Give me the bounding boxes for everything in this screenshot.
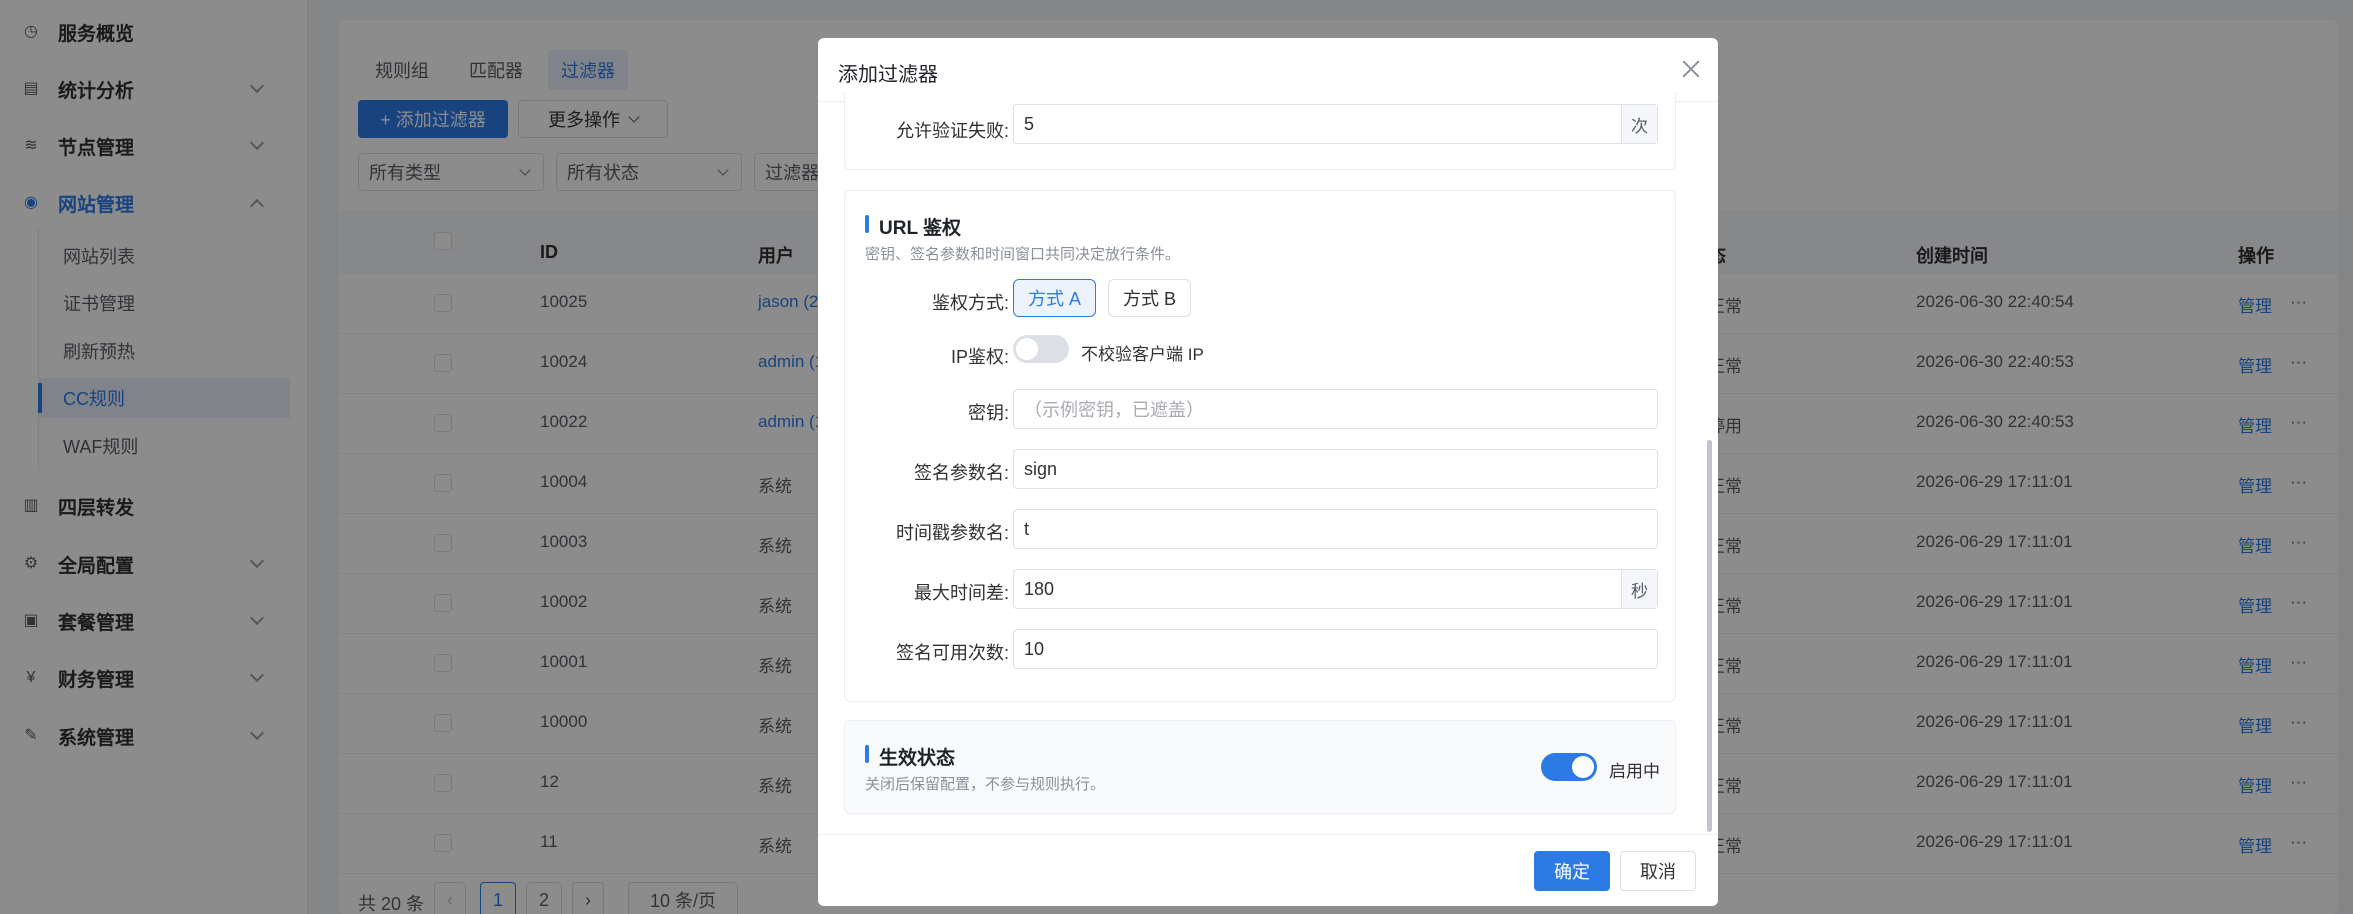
- enable-switch[interactable]: [1541, 753, 1597, 781]
- max-time-diff-value: 180: [1024, 578, 1055, 599]
- ip-auth-label: IP鉴权:: [950, 347, 1009, 367]
- switch-knob: [1016, 338, 1038, 360]
- auth-mode-a-option[interactable]: 方式 A: [1013, 279, 1096, 317]
- timestamp-param-input[interactable]: t: [1013, 509, 1658, 549]
- status-desc: 关闭后保留配置，不参与规则执行。: [865, 776, 1106, 793]
- url-auth-desc: 密钥、签名参数和时间窗口共同决定放行条件。: [865, 246, 1181, 263]
- sign-usage-input[interactable]: 10: [1013, 629, 1658, 669]
- sign-param-label: 签名参数名:: [913, 463, 1009, 483]
- cancel-button[interactable]: 取消: [1620, 851, 1696, 891]
- secret-key-input[interactable]: （示例密钥，已遮盖）: [1013, 389, 1658, 429]
- allow-fail-suffix: 次: [1621, 105, 1657, 143]
- status-card: 生效状态 关闭后保留配置，不参与规则执行。 启用中: [844, 720, 1676, 814]
- confirm-button[interactable]: 确定: [1534, 851, 1610, 891]
- url-auth-card: URL 鉴权 密钥、签名参数和时间窗口共同决定放行条件。 鉴权方式: 方式 A …: [844, 190, 1676, 702]
- max-time-diff-suffix: 秒: [1621, 570, 1657, 608]
- timestamp-param-label: 时间戳参数名:: [895, 523, 1009, 543]
- ip-auth-switch[interactable]: [1013, 335, 1069, 363]
- dialog-title: 添加过滤器: [838, 64, 938, 86]
- sign-usage-label: 签名可用次数:: [895, 643, 1009, 663]
- verification-card: 允许验证失败: 5 次: [844, 94, 1676, 170]
- allow-fail-value: 5: [1024, 113, 1035, 134]
- url-auth-title: URL 鉴权: [865, 213, 961, 240]
- dialog-scrollbar[interactable]: [1707, 440, 1712, 832]
- ip-auth-text: 不校验客户端 IP: [1081, 345, 1204, 364]
- dialog-header: 添加过滤器: [818, 38, 1718, 102]
- enable-switch-text: 启用中: [1609, 762, 1660, 781]
- auth-mode-b-option[interactable]: 方式 B: [1108, 279, 1191, 317]
- status-title: 生效状态: [865, 743, 955, 770]
- auth-mode-label: 鉴权方式:: [931, 293, 1009, 313]
- secret-key-label: 密钥:: [967, 403, 1009, 423]
- sign-param-input[interactable]: sign: [1013, 449, 1658, 489]
- max-time-diff-label: 最大时间差:: [913, 583, 1009, 603]
- add-filter-dialog: 添加过滤器 允许验证失败: 5 次 URL 鉴权 密钥、签名参数和时间窗口共同决…: [818, 38, 1718, 906]
- close-icon[interactable]: [1680, 58, 1702, 80]
- switch-knob: [1572, 756, 1594, 778]
- max-time-diff-input[interactable]: 180 秒: [1013, 569, 1658, 609]
- allow-fail-input[interactable]: 5 次: [1013, 104, 1658, 144]
- allow-fail-label: 允许验证失败:: [895, 121, 1009, 141]
- dialog-footer: 确定 取消: [818, 834, 1718, 906]
